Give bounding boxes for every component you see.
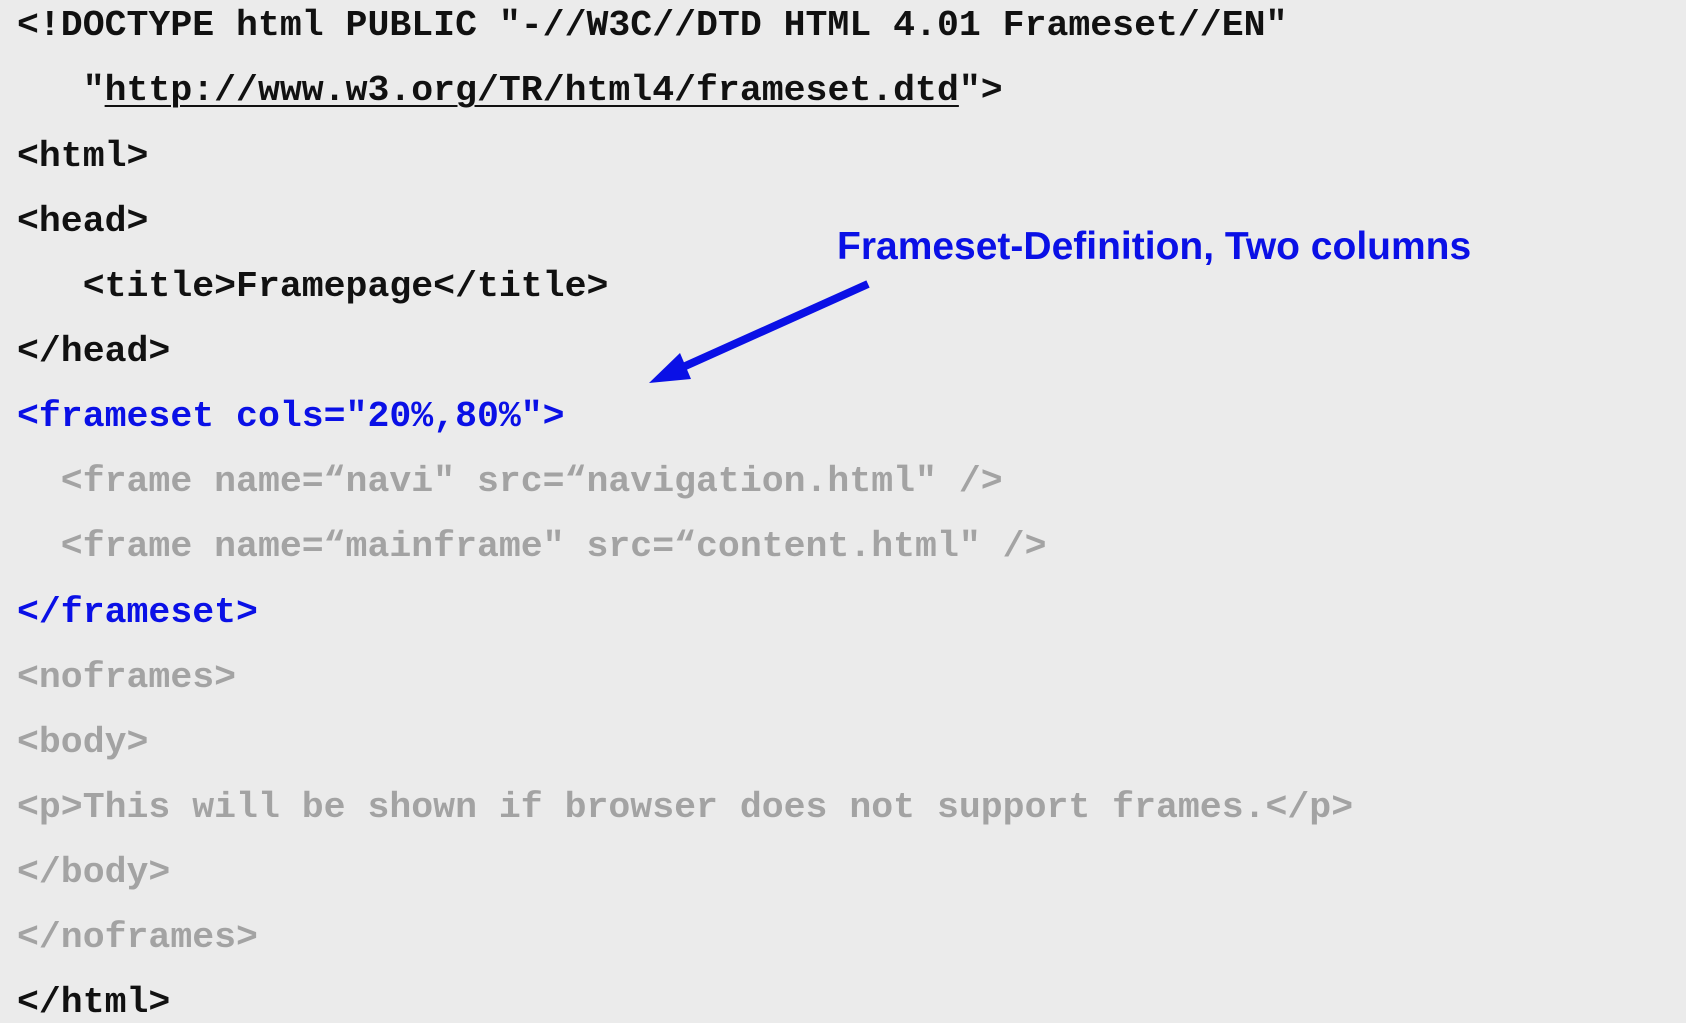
frameset-open-tag: <frameset cols="20%,80%"> [17,396,565,437]
frame-navi-line: <frame name=“navi" src=“navigation.html"… [17,461,1003,502]
doctype-line-2-prefix: " [17,70,105,111]
body-open-tag: <body> [17,722,149,763]
doctype-line-2: "http://www.w3.org/TR/html4/frameset.dtd… [17,71,1003,111]
frameset-callout-label: Frameset-Definition, Two columns [837,225,1472,268]
head-close-tag: </head> [17,331,171,372]
frameset-dtd-link[interactable]: http://www.w3.org/TR/html4/frameset.dtd [105,70,959,111]
html-close-tag: </html> [17,982,171,1023]
frame-mainframe-line: <frame name=“mainframe" src=“content.htm… [17,526,1047,567]
html-open-tag: <html> [17,136,149,177]
noframes-open-tag: <noframes> [17,657,237,698]
doctype-line-1: <!DOCTYPE html PUBLIC "-//W3C//DTD HTML … [17,5,1288,46]
frameset-close-tag: </frameset> [17,592,258,633]
title-line: <title>Framepage</title> [17,266,609,307]
head-open-tag: <head> [17,201,149,242]
noframes-close-tag: </noframes> [17,917,258,958]
doctype-line-2-suffix: "> [958,70,1003,111]
paragraph-line: <p>This will be shown if browser does no… [17,787,1354,828]
body-close-tag: </body> [17,852,171,893]
code-listing: <!DOCTYPE html PUBLIC "-//W3C//DTD HTML … [0,0,1686,1023]
